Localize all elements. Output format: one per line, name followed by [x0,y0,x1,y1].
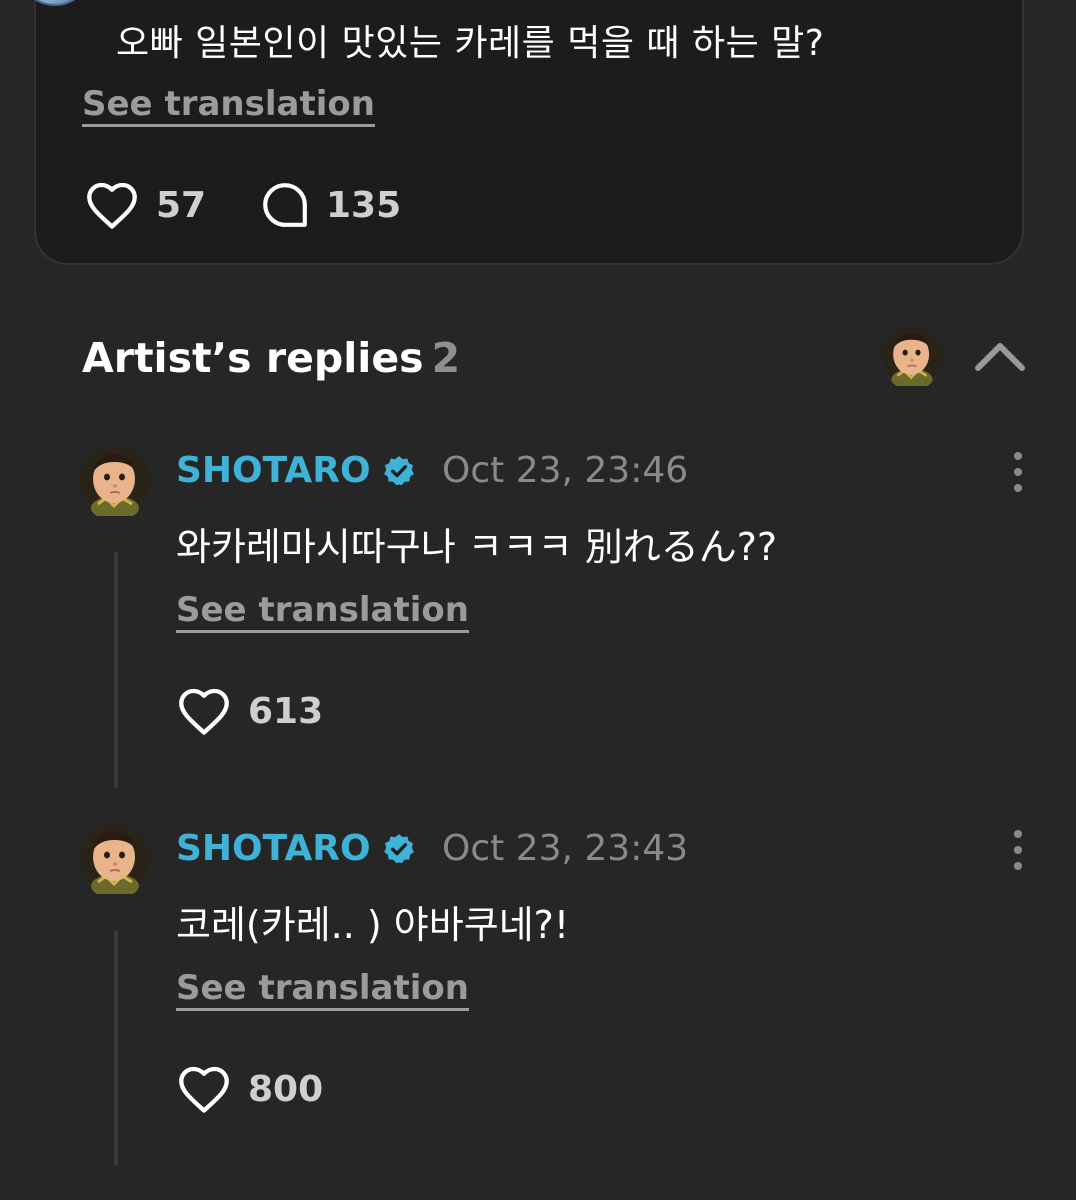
reply-avatar[interactable] [80,446,150,516]
reply-text: 코레(카레.. ) 야바쿠네?! [176,903,570,947]
reply-username[interactable]: SHOTARO [176,450,371,491]
heart-icon [179,688,229,735]
reply-timestamp: Oct 23, 23:46 [442,450,689,491]
reply-text: 와카레마시따구나 ㅋㅋㅋ 別れるん?? [176,525,778,569]
artist-replies-count: 2 [431,334,461,382]
heart-icon [179,1066,229,1113]
chevron-up-icon[interactable] [972,332,1028,380]
thread-line [114,930,118,1166]
reply-like-button[interactable]: 613 [176,686,323,736]
reply-like-count: 613 [248,690,324,732]
reply-see-translation-link[interactable]: See translation [176,590,469,633]
verified-icon [384,834,414,864]
post-like-count: 57 [156,184,207,226]
thread-line [114,552,118,788]
reply-like-button[interactable]: 800 [176,1064,323,1114]
comment-icon [263,183,307,227]
verified-icon [384,456,414,486]
app-root: 오빠 일본인이 맛있는 카레를 먹을 때 하는 말? See translati… [0,0,1076,1200]
original-post-card: 오빠 일본인이 맛있는 카레를 먹을 때 하는 말? See translati… [18,0,1024,265]
post-text: 오빠 일본인이 맛있는 카레를 먹을 때 하는 말? [116,23,825,64]
post-see-translation-link[interactable]: See translation [82,84,375,127]
post-author-avatar[interactable] [18,0,92,6]
post-like-button[interactable]: 57 [84,180,206,230]
reply-timestamp: Oct 23, 23:43 [442,828,689,869]
post-comment-count: 135 [326,184,402,226]
heart-icon [87,182,137,229]
reply-username[interactable]: SHOTARO [176,828,371,869]
artist-replies-title: Artist’s replies [82,334,424,382]
post-comment-button[interactable]: 135 [260,180,401,230]
artist-avatar [882,326,942,386]
reply-avatar[interactable] [80,824,150,894]
reply-see-translation-link[interactable]: See translation [176,968,469,1011]
more-vertical-icon[interactable] [1006,450,1030,494]
artist-replies-header: Artist’s replies 2 [82,334,460,382]
more-vertical-icon[interactable] [1006,828,1030,872]
reply-like-count: 800 [248,1068,324,1110]
